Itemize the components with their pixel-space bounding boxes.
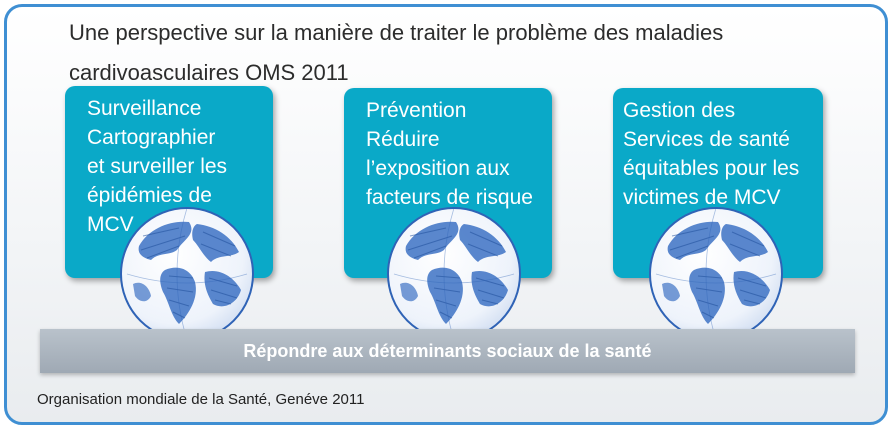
card-line: Surveillance <box>87 97 202 120</box>
globe-icon <box>120 207 254 341</box>
card-line: et surveiller les <box>87 155 228 178</box>
card-line: Cartographier <box>87 126 216 149</box>
globe-icon <box>387 207 521 341</box>
globe-icon <box>649 207 783 341</box>
diagram-title: Une perspective sur la manière de traite… <box>69 13 869 93</box>
card-line: Réduire <box>366 128 440 151</box>
bar-label: Répondre aux déterminants sociaux de la … <box>243 340 652 361</box>
card-line: l’exposition aux <box>366 157 510 180</box>
card-line: Prévention <box>366 99 467 122</box>
card-line: Services de santé <box>623 128 790 151</box>
source-caption: Organisation mondiale de la Santé, Genév… <box>37 391 365 408</box>
card-line: Gestion des <box>623 99 736 122</box>
title-line-1: Une perspective sur la manière de traite… <box>69 20 724 45</box>
social-determinants-bar: Répondre aux déterminants sociaux de la … <box>40 329 855 373</box>
card-line: équitables pour les <box>623 157 800 180</box>
